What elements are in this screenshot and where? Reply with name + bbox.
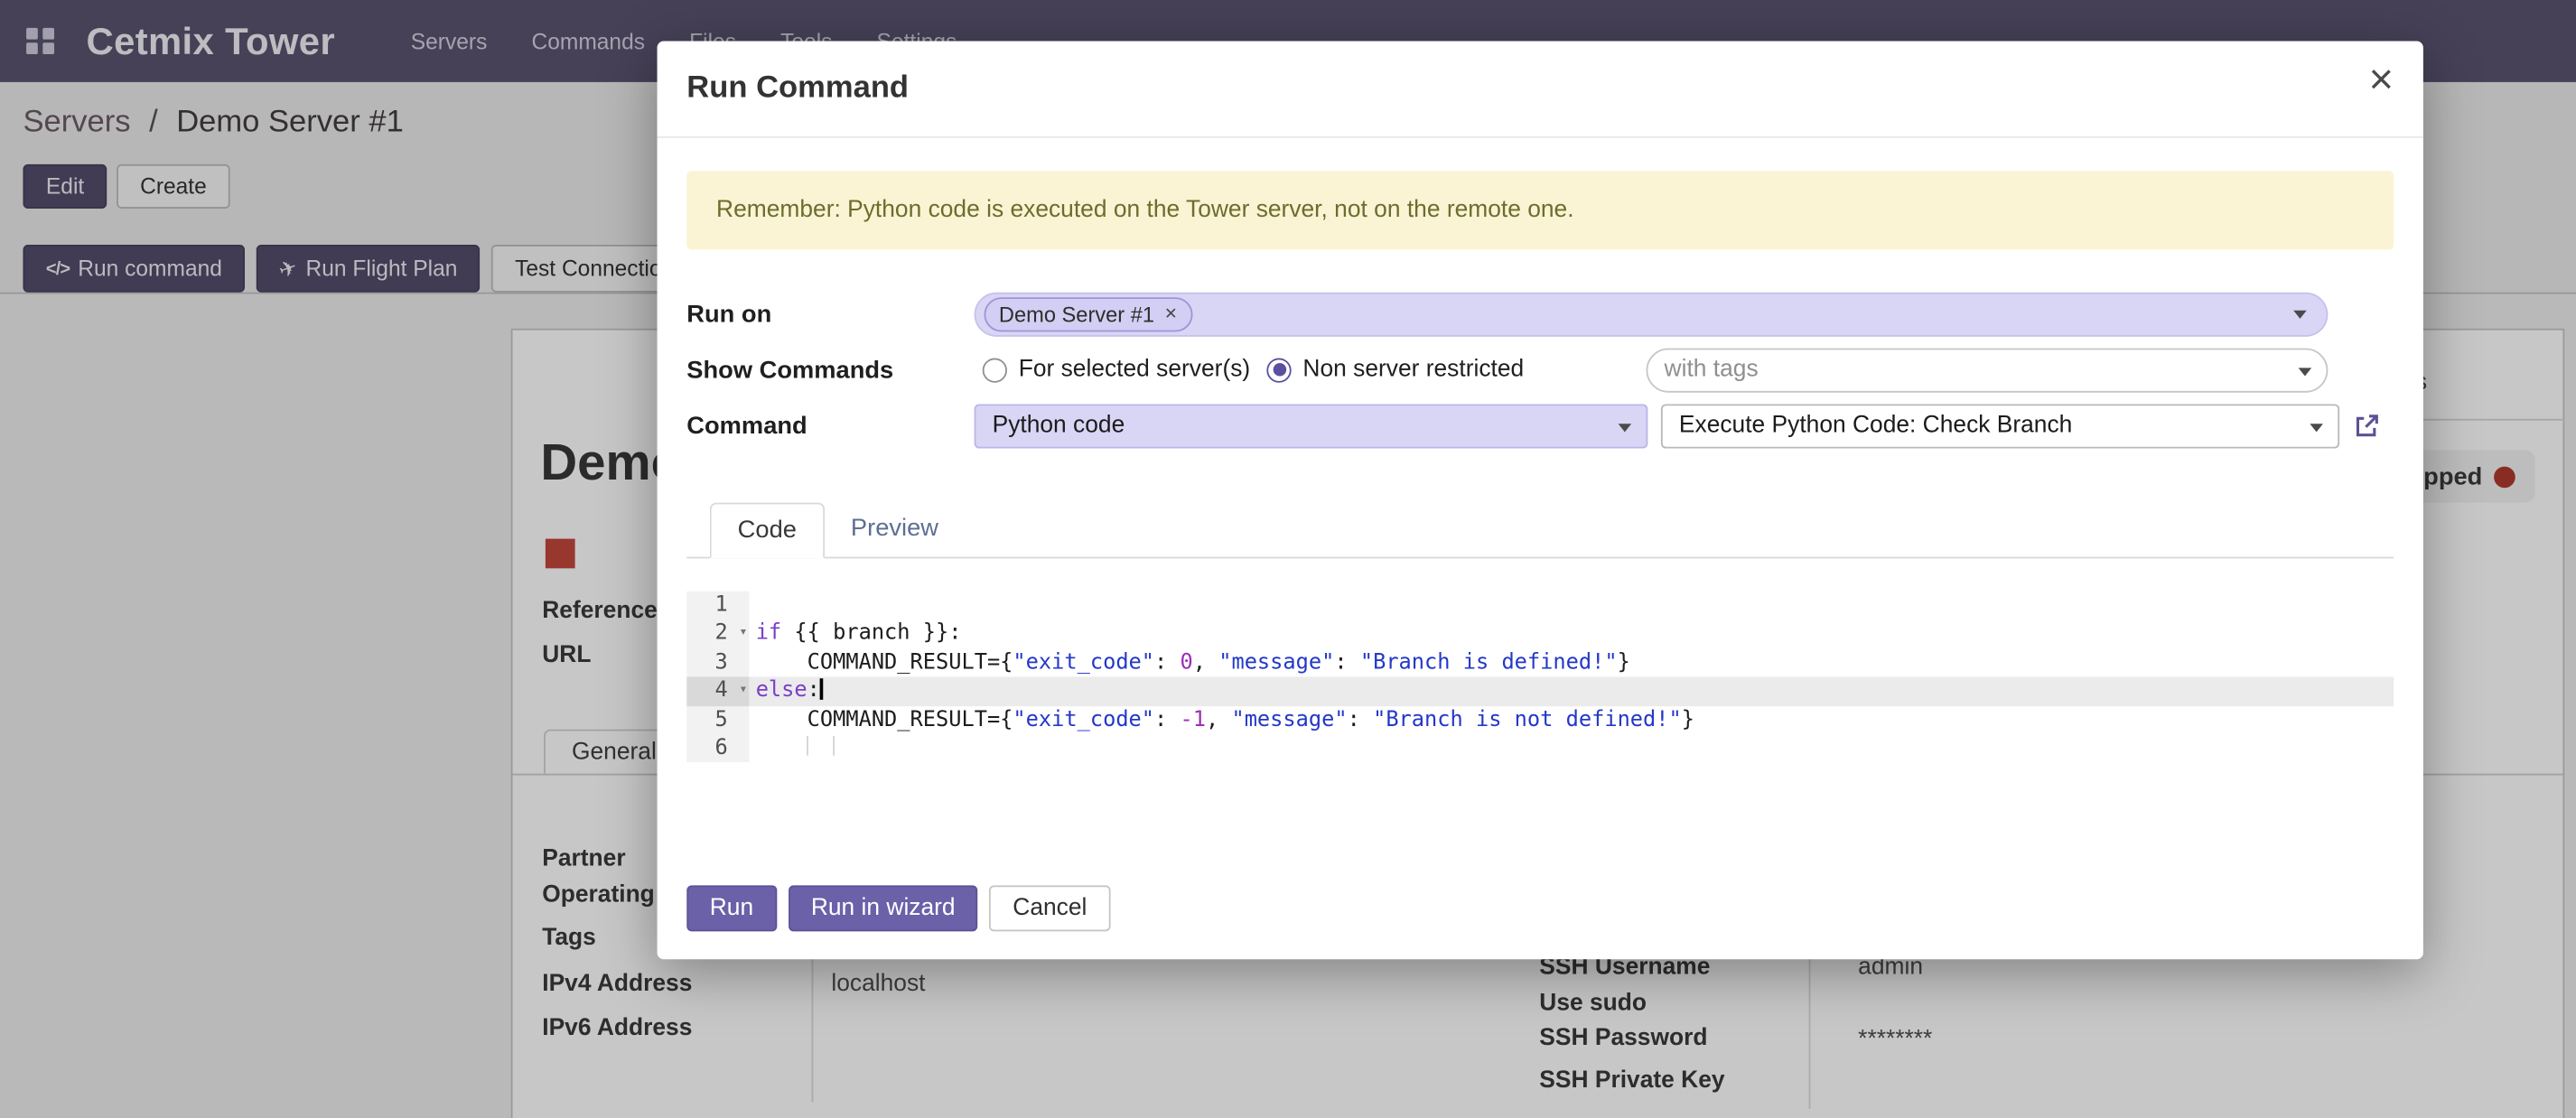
- code-editor[interactable]: 12▾34▾56 if {{ branch }}: COMMAND_RESULT…: [686, 592, 2394, 763]
- gutter-line-4[interactable]: 4▾: [686, 677, 749, 706]
- chevron-down-icon: [2310, 423, 2323, 431]
- dialog-header: Run Command ×: [658, 41, 2423, 137]
- command-label: Command: [686, 412, 974, 440]
- code-line-3[interactable]: COMMAND_RESULT={"exit_code": 0, "message…: [749, 648, 2394, 677]
- run-on-field[interactable]: Demo Server #1 ✕: [975, 292, 2329, 336]
- code-line-1[interactable]: [749, 592, 2394, 620]
- chevron-down-icon: [2299, 368, 2312, 376]
- alert-text: Remember: Python code is executed on the…: [716, 197, 1574, 223]
- radio-for-selected-servers[interactable]: For selected server(s): [983, 357, 1251, 383]
- show-commands-label: Show Commands: [686, 356, 974, 384]
- code-line-6[interactable]: [749, 734, 2394, 763]
- command-type-select[interactable]: Python code: [975, 404, 1648, 448]
- alert-warning: Remember: Python code is executed on the…: [686, 171, 2394, 249]
- with-tags-placeholder: with tags: [1665, 357, 1759, 383]
- tab-code[interactable]: Code: [710, 503, 825, 559]
- code-line-5[interactable]: COMMAND_RESULT={"exit_code": -1, "messag…: [749, 705, 2394, 734]
- run-in-wizard-button[interactable]: Run in wizard: [788, 885, 978, 931]
- command-row: Command Python code Execute Python Code:…: [686, 397, 2394, 453]
- run-on-row: Run on Demo Server #1 ✕: [686, 285, 2394, 341]
- command-select-value: Execute Python Code: Check Branch: [1679, 413, 2072, 439]
- app-root: Cetmix Tower Servers Commands Files Tool…: [0, 0, 2576, 1118]
- remove-tag-icon[interactable]: ✕: [1164, 304, 1177, 322]
- radio-for-selected-servers-label: For selected server(s): [1019, 357, 1250, 383]
- run-command-form: Run on Demo Server #1 ✕ Show Commands: [686, 285, 2394, 453]
- gutter-line-1[interactable]: 1: [686, 592, 749, 620]
- command-type-value: Python code: [993, 413, 1125, 439]
- code-line-2[interactable]: if {{ branch }}:: [749, 620, 2394, 648]
- show-commands-row: Show Commands For selected server(s) Non…: [686, 341, 2394, 397]
- radio-non-server-restricted-label: Non server restricted: [1302, 357, 1524, 383]
- dialog-title: Run Command: [686, 70, 2394, 107]
- close-icon[interactable]: ×: [2369, 58, 2394, 100]
- gutter-line-6[interactable]: 6: [686, 734, 749, 763]
- code-editor-gutter: 12▾34▾56: [686, 592, 749, 763]
- server-tag[interactable]: Demo Server #1 ✕: [985, 296, 1192, 331]
- run-on-label: Run on: [686, 300, 974, 328]
- external-link-icon[interactable]: [2339, 412, 2394, 440]
- command-select[interactable]: Execute Python Code: Check Branch: [1661, 404, 2339, 448]
- fold-icon[interactable]: ▾: [739, 620, 747, 648]
- radio-selected-icon[interactable]: [1266, 358, 1291, 382]
- tab-preview[interactable]: Preview: [825, 503, 965, 559]
- text-cursor: [820, 679, 823, 701]
- radio-unselected-icon[interactable]: [983, 358, 1007, 382]
- gutter-line-5[interactable]: 5: [686, 705, 749, 734]
- run-button[interactable]: Run: [686, 885, 776, 931]
- chevron-down-icon: [1619, 423, 1632, 431]
- editor-tabs: Code Preview: [686, 503, 2394, 559]
- server-tag-label: Demo Server #1: [999, 302, 1154, 326]
- code-editor-lines: if {{ branch }}: COMMAND_RESULT={"exit_c…: [749, 592, 2394, 763]
- with-tags-select[interactable]: with tags: [1647, 348, 2329, 392]
- run-command-dialog: Run Command × Remember: Python code is e…: [658, 41, 2423, 959]
- gutter-line-3[interactable]: 3: [686, 648, 749, 677]
- cancel-button[interactable]: Cancel: [990, 885, 1110, 931]
- dialog-body: Remember: Python code is executed on the…: [658, 138, 2423, 959]
- fold-icon[interactable]: ▾: [739, 677, 747, 706]
- dialog-footer: Run Run in wizard Cancel: [686, 885, 2394, 959]
- radio-non-server-restricted[interactable]: Non server restricted: [1266, 357, 1524, 383]
- code-line-4[interactable]: else:: [749, 677, 2394, 706]
- gutter-line-2[interactable]: 2▾: [686, 620, 749, 648]
- chevron-down-icon[interactable]: [2293, 310, 2307, 318]
